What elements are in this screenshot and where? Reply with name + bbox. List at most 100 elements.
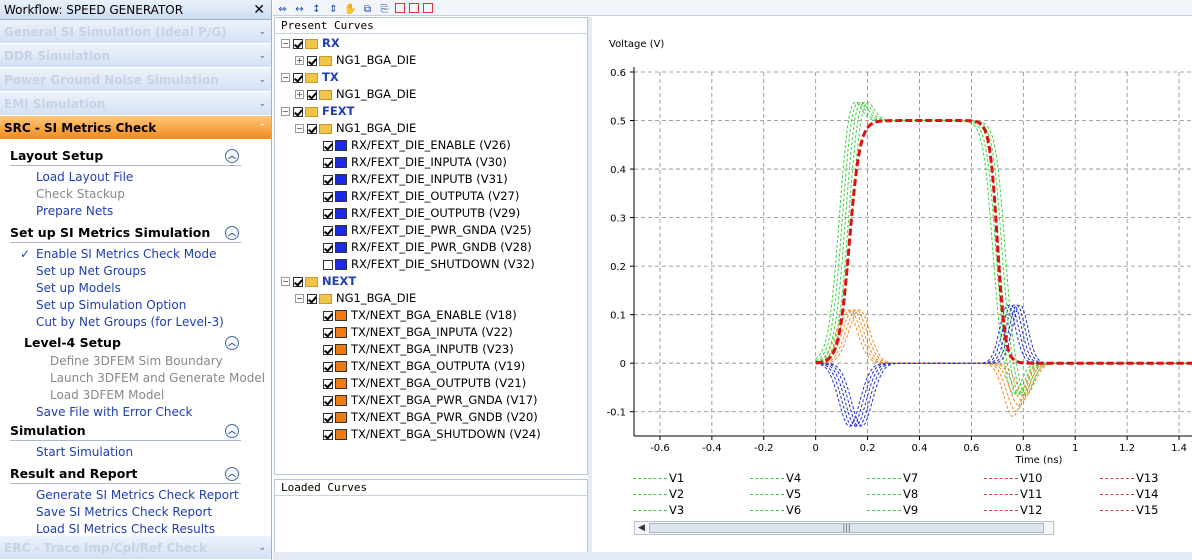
checkbox[interactable] [323,412,333,423]
link-cut-net-groups[interactable]: Cut by Net Groups (for Level-3) [0,314,271,331]
link-check-stackup[interactable]: Check Stackup [0,186,271,203]
box-icon[interactable]: . [395,3,405,13]
group-title: Layout Setup [10,148,104,163]
curve-item[interactable]: TX/NEXT_BGA_SHUTDOWN (V24) [281,426,587,443]
link-generate-report[interactable]: Generate SI Metrics Check Report [0,487,271,504]
legend-line [750,478,784,479]
curve-item[interactable]: TX/NEXT_BGA_ENABLE (V18) [281,307,587,324]
section-erc[interactable]: ERC - Trace Imp/Cpl/Ref Check ⌄ [0,536,271,560]
checkbox[interactable] [293,38,303,49]
link-models[interactable]: Set up Models [0,280,271,297]
checkbox[interactable] [323,327,333,338]
checkbox[interactable] [323,174,333,185]
checkbox[interactable] [307,293,317,304]
checkbox[interactable] [323,225,333,236]
collapse-icon[interactable]: ︿ [225,336,239,350]
link-save-report[interactable]: Save SI Metrics Check Report [0,504,271,521]
checkbox[interactable] [307,123,317,134]
curve-item[interactable]: RX/FEXT_DIE_SHUTDOWN (V32) [281,256,587,273]
curve-item[interactable]: RX/FEXT_DIE_INPUTA (V30) [281,154,587,171]
link-save-file[interactable]: Save File with Error Check [0,404,271,421]
close-icon[interactable]: ✕ [253,0,265,20]
shrink-v-icon[interactable]: ⇕ [327,4,340,16]
curve-item[interactable]: TX/NEXT_BGA_OUTPUTB (V21) [281,375,587,392]
expand-v-icon[interactable]: ↕ [310,4,323,16]
curve-label: TX/NEXT_BGA_SHUTDOWN (V24) [351,427,541,441]
checkbox[interactable] [323,310,333,321]
tree-node-next-die[interactable]: − NG1_BGA_DIE [281,290,587,307]
tree-node-rx[interactable]: − RX [281,35,587,52]
color-swatch [335,225,347,236]
checkbox[interactable] [323,395,333,406]
scroll-thumb[interactable]: ||| [649,523,1044,533]
checkbox[interactable] [307,55,317,66]
x-tick-label: 1.4 [1171,443,1187,454]
checkbox[interactable] [323,242,333,253]
collapse-icon[interactable]: ︿ [225,149,239,163]
link-net-groups[interactable]: Set up Net Groups [0,263,271,280]
expand-h-icon[interactable]: ⇔ [276,4,289,16]
section-general-si[interactable]: General SI Simulation (Ideal P/G) ⌄ [0,20,271,44]
collapse-icon[interactable]: ︿ [225,226,239,240]
curve-item[interactable]: TX/NEXT_BGA_INPUTB (V23) [281,341,587,358]
checkbox[interactable] [323,378,333,389]
checkbox[interactable] [323,208,333,219]
shrink-h-icon[interactable]: ↔ [293,4,306,16]
checkbox[interactable] [307,89,317,100]
curve-item[interactable]: TX/NEXT_BGA_INPUTA (V22) [281,324,587,341]
tree-node-fext-die[interactable]: − NG1_BGA_DIE [281,120,587,137]
section-src-si-metrics[interactable]: SRC - SI Metrics Check ⌃ [0,116,271,140]
box-icon[interactable]: . [423,3,433,13]
checkbox[interactable] [323,361,333,372]
checkbox[interactable] [323,429,333,440]
section-ddr[interactable]: DDR Simulation ⌄ [0,44,271,68]
checkbox[interactable] [323,259,333,270]
link-start-simulation[interactable]: Start Simulation [0,444,271,461]
curve-label: RX/FEXT_DIE_INPUTB (V31) [351,172,508,186]
curve-item[interactable]: TX/NEXT_BGA_PWR_GNDA (V17) [281,392,587,409]
x-tick-label: -0.2 [754,443,774,454]
link-define-boundary[interactable]: Define 3DFEM Sim Boundary [0,353,271,370]
workflow-title: Workflow: SPEED GENERATOR [4,3,184,17]
tree-node-rx-die[interactable]: + NG1_BGA_DIE [281,52,587,69]
section-power-ground[interactable]: Power Ground Noise Simulation ⌄ [0,68,271,92]
checkbox[interactable] [293,106,303,117]
curve-item[interactable]: RX/FEXT_DIE_OUTPUTA (V27) [281,188,587,205]
color-swatch [335,310,347,321]
link-load-layout[interactable]: Load Layout File [0,169,271,186]
y-axis-label: Voltage (V) [609,39,664,50]
link-prepare-nets[interactable]: Prepare Nets [0,203,271,220]
curve-item[interactable]: RX/FEXT_DIE_PWR_GNDA (V25) [281,222,587,239]
checkbox[interactable] [293,276,303,287]
curve-item[interactable]: RX/FEXT_DIE_INPUTB (V31) [281,171,587,188]
tree-node-tx[interactable]: − TX [281,69,587,86]
tree-node-next[interactable]: − NEXT [281,273,587,290]
checkbox[interactable] [293,72,303,83]
curve-item[interactable]: TX/NEXT_BGA_PWR_GNDB (V20) [281,409,587,426]
checkbox[interactable] [323,344,333,355]
scroll-left-icon[interactable]: ◀ [638,522,645,534]
tree-node-fext[interactable]: − FEXT [281,103,587,120]
paste-icon[interactable]: ⎘ [378,4,391,16]
copy-icon[interactable]: ⧉ [361,4,374,16]
section-emi[interactable]: EMI Simulation ⌄ [0,92,271,116]
curve-item[interactable]: RX/FEXT_DIE_PWR_GNDB (V28) [281,239,587,256]
tree-node-tx-die[interactable]: + NG1_BGA_DIE [281,86,587,103]
link-launch-3dfem[interactable]: Launch 3DFEM and Generate Model [0,370,271,387]
checkbox[interactable] [323,191,333,202]
collapse-icon[interactable]: ︿ [225,424,239,438]
legend-label: V8 [903,487,919,501]
curve-item[interactable]: RX/FEXT_DIE_OUTPUTB (V29) [281,205,587,222]
link-sim-option[interactable]: Set up Simulation Option [0,297,271,314]
curve-item[interactable]: RX/FEXT_DIE_ENABLE (V26) [281,137,587,154]
checkbox[interactable] [323,140,333,151]
checkbox[interactable] [323,157,333,168]
horizontal-scrollbar[interactable]: ◀ ||| [634,521,1054,535]
pan-icon[interactable]: ✋ [344,4,357,16]
node-label: NEXT [322,274,357,288]
link-enable-si-mode[interactable]: ✓ Enable SI Metrics Check Mode [0,246,271,263]
link-load-3dfem[interactable]: Load 3DFEM Model [0,387,271,404]
box-icon[interactable]: . [409,3,419,13]
collapse-icon[interactable]: ︿ [225,467,239,481]
curve-item[interactable]: TX/NEXT_BGA_OUTPUTA (V19) [281,358,587,375]
